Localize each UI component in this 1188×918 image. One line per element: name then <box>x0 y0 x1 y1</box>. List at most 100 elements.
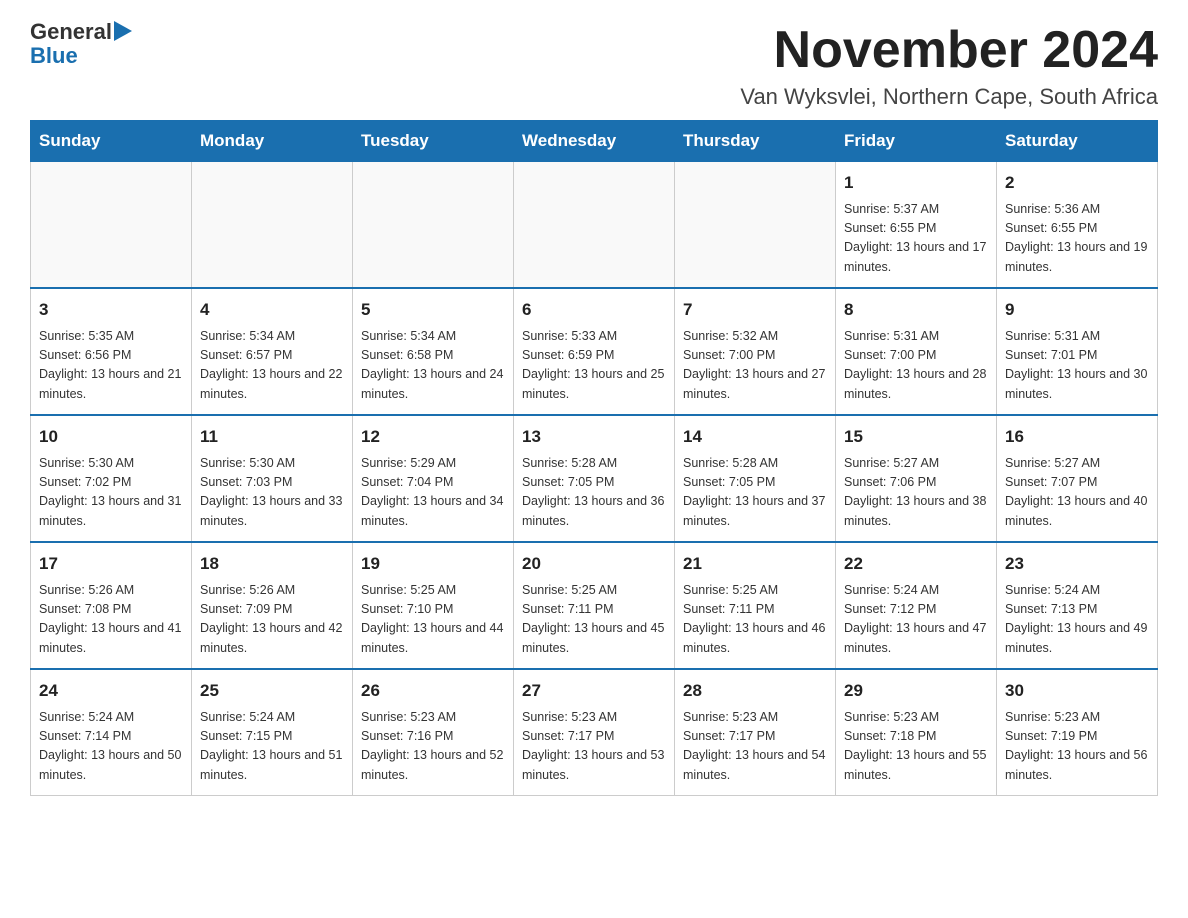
day-cell: 20 Sunrise: 5:25 AM Sunset: 7:11 PM Dayli… <box>514 542 675 669</box>
day-cell: 12Sunrise: 5:29 AM Sunset: 7:04 PM Dayli… <box>353 415 514 542</box>
day-cell: 8 Sunrise: 5:31 AM Sunset: 7:00 PM Daylig… <box>836 288 997 415</box>
day-cell: 3Sunrise: 5:35 AM Sunset: 6:56 PM Daylig… <box>31 288 192 415</box>
day-cell: 6 Sunrise: 5:33 AM Sunset: 6:59 PM Daylig… <box>514 288 675 415</box>
day-number: 11 <box>200 424 344 450</box>
day-number: 24 <box>39 678 183 704</box>
month-title: November 2024 <box>740 20 1158 80</box>
day-number: 9 <box>1005 297 1149 323</box>
header-wednesday: Wednesday <box>514 121 675 162</box>
day-cell: 17 Sunrise: 5:26 AM Sunset: 7:08 PM Dayli… <box>31 542 192 669</box>
day-info: Sunrise: 5:33 AM Sunset: 6:59 PM Dayligh… <box>522 327 666 405</box>
day-info: Sunrise: 5:23 AM Sunset: 7:19 PM Dayligh… <box>1005 708 1149 786</box>
day-number: 6 <box>522 297 666 323</box>
weekday-header-row: Sunday Monday Tuesday Wednesday Thursday… <box>31 121 1158 162</box>
title-area: November 2024 Van Wyksvlei, Northern Cap… <box>740 20 1158 110</box>
day-number: 29 <box>844 678 988 704</box>
day-number: 3 <box>39 297 183 323</box>
day-number: 8 <box>844 297 988 323</box>
day-info: Sunrise: 5:25 AM Sunset: 7:10 PM Dayligh… <box>361 581 505 659</box>
day-info: Sunrise: 5:26 AM Sunset: 7:09 PM Dayligh… <box>200 581 344 659</box>
day-cell <box>192 162 353 289</box>
logo: General Blue <box>30 20 132 68</box>
week-row-1: 1 Sunrise: 5:37 AM Sunset: 6:55 PM Daylig… <box>31 162 1158 289</box>
day-cell: 27 Sunrise: 5:23 AM Sunset: 7:17 PM Dayli… <box>514 669 675 796</box>
day-cell: 29Sunrise: 5:23 AM Sunset: 7:18 PM Dayli… <box>836 669 997 796</box>
day-info: Sunrise: 5:24 AM Sunset: 7:14 PM Dayligh… <box>39 708 183 786</box>
day-cell: 14Sunrise: 5:28 AM Sunset: 7:05 PM Dayli… <box>675 415 836 542</box>
day-info: Sunrise: 5:34 AM Sunset: 6:58 PM Dayligh… <box>361 327 505 405</box>
day-cell: 24 Sunrise: 5:24 AM Sunset: 7:14 PM Dayli… <box>31 669 192 796</box>
header-friday: Friday <box>836 121 997 162</box>
day-number: 4 <box>200 297 344 323</box>
location-title: Van Wyksvlei, Northern Cape, South Afric… <box>740 84 1158 110</box>
day-cell <box>675 162 836 289</box>
logo-general-text: General <box>30 20 112 44</box>
day-cell: 28 Sunrise: 5:23 AM Sunset: 7:17 PM Dayli… <box>675 669 836 796</box>
day-cell <box>514 162 675 289</box>
header-tuesday: Tuesday <box>353 121 514 162</box>
day-info: Sunrise: 5:23 AM Sunset: 7:17 PM Dayligh… <box>683 708 827 786</box>
week-row-5: 24 Sunrise: 5:24 AM Sunset: 7:14 PM Dayli… <box>31 669 1158 796</box>
day-info: Sunrise: 5:31 AM Sunset: 7:00 PM Dayligh… <box>844 327 988 405</box>
day-number: 22 <box>844 551 988 577</box>
calendar: Sunday Monday Tuesday Wednesday Thursday… <box>30 120 1158 796</box>
day-cell: 4 Sunrise: 5:34 AM Sunset: 6:57 PM Daylig… <box>192 288 353 415</box>
day-info: Sunrise: 5:37 AM Sunset: 6:55 PM Dayligh… <box>844 200 988 278</box>
day-info: Sunrise: 5:26 AM Sunset: 7:08 PM Dayligh… <box>39 581 183 659</box>
day-number: 15 <box>844 424 988 450</box>
day-cell: 15 Sunrise: 5:27 AM Sunset: 7:06 PM Dayli… <box>836 415 997 542</box>
day-info: Sunrise: 5:24 AM Sunset: 7:12 PM Dayligh… <box>844 581 988 659</box>
day-number: 2 <box>1005 170 1149 196</box>
day-number: 18 <box>200 551 344 577</box>
day-number: 27 <box>522 678 666 704</box>
day-number: 19 <box>361 551 505 577</box>
day-info: Sunrise: 5:27 AM Sunset: 7:06 PM Dayligh… <box>844 454 988 532</box>
day-number: 23 <box>1005 551 1149 577</box>
logo-blue-text: Blue <box>30 44 132 68</box>
day-number: 13 <box>522 424 666 450</box>
day-cell: 21 Sunrise: 5:25 AM Sunset: 7:11 PM Dayli… <box>675 542 836 669</box>
day-cell: 19 Sunrise: 5:25 AM Sunset: 7:10 PM Dayli… <box>353 542 514 669</box>
header: General Blue November 2024 Van Wyksvlei,… <box>30 20 1158 110</box>
day-cell: 13 Sunrise: 5:28 AM Sunset: 7:05 PM Dayli… <box>514 415 675 542</box>
day-number: 17 <box>39 551 183 577</box>
day-number: 25 <box>200 678 344 704</box>
day-info: Sunrise: 5:25 AM Sunset: 7:11 PM Dayligh… <box>522 581 666 659</box>
week-row-2: 3Sunrise: 5:35 AM Sunset: 6:56 PM Daylig… <box>31 288 1158 415</box>
day-info: Sunrise: 5:28 AM Sunset: 7:05 PM Dayligh… <box>522 454 666 532</box>
day-number: 1 <box>844 170 988 196</box>
header-thursday: Thursday <box>675 121 836 162</box>
week-row-3: 10 Sunrise: 5:30 AM Sunset: 7:02 PM Dayli… <box>31 415 1158 542</box>
day-cell: 1 Sunrise: 5:37 AM Sunset: 6:55 PM Daylig… <box>836 162 997 289</box>
day-cell: 11Sunrise: 5:30 AM Sunset: 7:03 PM Dayli… <box>192 415 353 542</box>
day-info: Sunrise: 5:27 AM Sunset: 7:07 PM Dayligh… <box>1005 454 1149 532</box>
day-cell: 10 Sunrise: 5:30 AM Sunset: 7:02 PM Dayli… <box>31 415 192 542</box>
day-number: 7 <box>683 297 827 323</box>
day-cell: 23 Sunrise: 5:24 AM Sunset: 7:13 PM Dayli… <box>997 542 1158 669</box>
week-row-4: 17 Sunrise: 5:26 AM Sunset: 7:08 PM Dayli… <box>31 542 1158 669</box>
day-info: Sunrise: 5:25 AM Sunset: 7:11 PM Dayligh… <box>683 581 827 659</box>
day-cell: 22 Sunrise: 5:24 AM Sunset: 7:12 PM Dayli… <box>836 542 997 669</box>
day-info: Sunrise: 5:36 AM Sunset: 6:55 PM Dayligh… <box>1005 200 1149 278</box>
day-cell: 16 Sunrise: 5:27 AM Sunset: 7:07 PM Dayli… <box>997 415 1158 542</box>
day-info: Sunrise: 5:23 AM Sunset: 7:17 PM Dayligh… <box>522 708 666 786</box>
day-number: 21 <box>683 551 827 577</box>
header-saturday: Saturday <box>997 121 1158 162</box>
day-number: 5 <box>361 297 505 323</box>
day-number: 28 <box>683 678 827 704</box>
day-number: 16 <box>1005 424 1149 450</box>
day-number: 10 <box>39 424 183 450</box>
day-number: 30 <box>1005 678 1149 704</box>
day-cell: 7 Sunrise: 5:32 AM Sunset: 7:00 PM Daylig… <box>675 288 836 415</box>
day-cell <box>31 162 192 289</box>
day-info: Sunrise: 5:34 AM Sunset: 6:57 PM Dayligh… <box>200 327 344 405</box>
day-info: Sunrise: 5:24 AM Sunset: 7:13 PM Dayligh… <box>1005 581 1149 659</box>
day-cell <box>353 162 514 289</box>
day-cell: 9 Sunrise: 5:31 AM Sunset: 7:01 PM Daylig… <box>997 288 1158 415</box>
day-info: Sunrise: 5:31 AM Sunset: 7:01 PM Dayligh… <box>1005 327 1149 405</box>
day-info: Sunrise: 5:30 AM Sunset: 7:02 PM Dayligh… <box>39 454 183 532</box>
day-info: Sunrise: 5:32 AM Sunset: 7:00 PM Dayligh… <box>683 327 827 405</box>
day-cell: 18 Sunrise: 5:26 AM Sunset: 7:09 PM Dayli… <box>192 542 353 669</box>
day-cell: 30 Sunrise: 5:23 AM Sunset: 7:19 PM Dayli… <box>997 669 1158 796</box>
day-number: 20 <box>522 551 666 577</box>
